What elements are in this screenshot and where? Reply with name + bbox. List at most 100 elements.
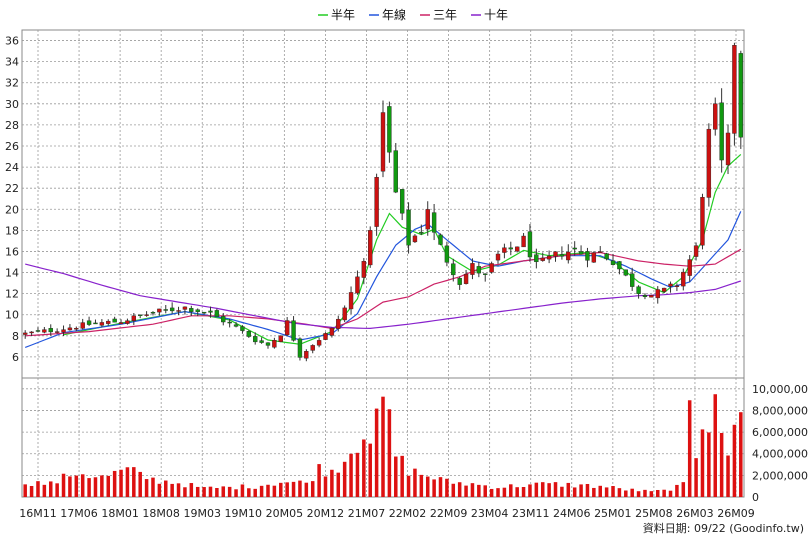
volume-bar	[87, 478, 91, 497]
candle-up	[598, 251, 603, 253]
candle-up	[118, 322, 124, 325]
volume-bar	[279, 482, 283, 497]
price-panel: 6 8 10 12 14 16 18 20 22 24 26 28 30 32 34 36	[5, 29, 745, 379]
candle-down	[259, 340, 264, 343]
volume-bar	[681, 482, 686, 497]
x-tick-label: 16M11	[19, 507, 57, 520]
volume-bar	[624, 490, 628, 497]
candle-down	[457, 278, 462, 285]
volume-bar	[330, 469, 334, 497]
candle-up	[540, 257, 545, 261]
candle-down	[35, 330, 41, 332]
price-y-tick-label: 8	[12, 330, 19, 343]
volume-bar	[259, 485, 264, 497]
x-tick-label: 25M01	[594, 507, 632, 520]
candle-down	[444, 245, 450, 263]
volume-bar	[221, 486, 226, 497]
volume-bar	[55, 483, 59, 497]
volume-bar	[112, 470, 117, 497]
x-tick-label: 17M06	[60, 507, 98, 520]
price-y-tick-label: 20	[5, 203, 19, 216]
price-plot-area	[21, 29, 745, 379]
candle-down	[534, 254, 539, 263]
candle-up	[176, 310, 181, 312]
volume-bar	[726, 455, 730, 497]
volume-y-tick-label: 6,000,000	[752, 426, 808, 439]
volume-bar	[151, 477, 155, 497]
candle-up	[361, 261, 367, 278]
candle-up	[495, 253, 501, 261]
candle-up	[284, 320, 290, 336]
candle-up	[380, 112, 386, 172]
volume-bar	[138, 471, 142, 497]
candle-up	[463, 273, 469, 284]
candle-up	[553, 251, 558, 257]
volume-bar	[176, 483, 181, 497]
candle-down	[221, 316, 226, 323]
volume-bar	[355, 452, 360, 497]
candle-up	[591, 252, 597, 263]
price-y-tick-label: 18	[5, 224, 19, 237]
volume-bar	[419, 474, 424, 497]
volume-y-tick-label: 0	[752, 491, 759, 504]
candle-up	[732, 45, 737, 134]
price-y-tick-label: 34	[5, 56, 19, 69]
candle-up	[514, 246, 520, 252]
candle-up	[74, 328, 79, 330]
volume-bar	[400, 455, 404, 497]
volume-bar	[291, 481, 296, 497]
candle-up	[674, 285, 680, 287]
x-tick-label: 18M08	[142, 507, 180, 520]
volume-bar	[547, 483, 551, 497]
candle-up	[42, 329, 47, 333]
volume-bar	[687, 400, 692, 497]
volume-bar	[739, 412, 743, 497]
x-tick-label: 25M08	[635, 507, 673, 520]
candle-up	[668, 283, 673, 287]
volume-bar	[310, 481, 315, 497]
volume-bar	[144, 479, 149, 497]
candle-down	[630, 273, 635, 287]
candle-up	[80, 322, 85, 329]
candle-down	[451, 263, 456, 276]
candle-down	[240, 326, 245, 331]
candle-up	[54, 331, 60, 333]
candle-up	[681, 271, 686, 287]
candle-down	[291, 320, 296, 341]
volume-y-tick-label: 4,000,000	[752, 448, 808, 461]
volume-bar	[489, 488, 494, 497]
volume-bar	[534, 482, 539, 497]
candle-up	[348, 292, 354, 310]
legend-label: 三年	[433, 8, 457, 22]
x-tick-label: 19M10	[225, 507, 263, 520]
legend-label: 半年	[331, 8, 355, 22]
volume-bar	[317, 464, 321, 497]
candle-down	[387, 106, 392, 153]
candle-down	[297, 338, 303, 358]
candle-up	[125, 320, 130, 324]
volume-bar	[247, 488, 251, 497]
candle-down	[112, 318, 117, 323]
volume-bar	[29, 485, 34, 497]
volume-bar	[298, 480, 302, 497]
volume-bar	[483, 485, 487, 497]
price-y-tick-label: 12	[5, 288, 19, 301]
volume-bar	[611, 486, 615, 497]
volume-bar	[362, 439, 366, 497]
volume-bar	[368, 443, 372, 497]
candle-down	[214, 310, 220, 317]
candle-up	[323, 333, 328, 340]
volume-bar	[132, 467, 136, 497]
candle-up	[725, 132, 731, 166]
volume-bar	[272, 485, 277, 497]
x-tick-label: 26M03	[676, 507, 714, 520]
candle-down	[86, 320, 92, 325]
candle-up	[489, 263, 494, 273]
volume-bar	[74, 475, 79, 497]
candle-up	[316, 340, 322, 346]
candle-down	[163, 309, 168, 311]
volume-bar	[381, 396, 385, 497]
volume-bar	[42, 484, 47, 497]
price-y-tick-label: 6	[12, 351, 19, 364]
volume-bar	[662, 489, 666, 497]
